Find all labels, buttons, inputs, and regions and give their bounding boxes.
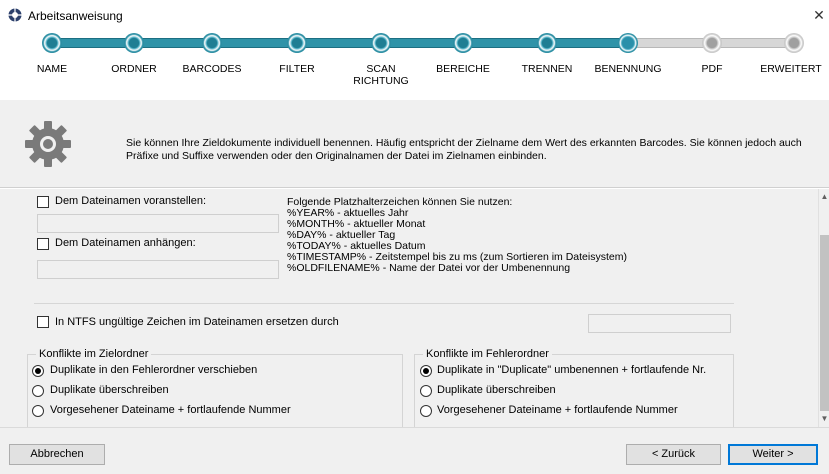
next-button[interactable]: Weiter >	[728, 444, 818, 465]
close-button[interactable]: ✕	[809, 0, 829, 30]
target-move-label[interactable]: Duplikate in den Fehlerordner verschiebe…	[50, 364, 257, 376]
target-conflicts-group: Konflikte im Zielordner Duplikate in den…	[27, 348, 403, 427]
prefix-checkbox[interactable]	[37, 196, 49, 208]
step-dot-name[interactable]	[42, 33, 62, 53]
step-label-scan-richtung[interactable]: SCAN RICHTUNG	[341, 63, 421, 87]
step-dot-bereiche[interactable]	[453, 33, 473, 53]
title-bar: Arbeitsanweisung ✕	[0, 0, 829, 30]
prefix-input[interactable]	[37, 214, 279, 233]
divider	[34, 303, 734, 304]
prefix-label: Dem Dateinamen voranstellen:	[55, 195, 207, 207]
gear-icon	[25, 121, 71, 167]
error-overwrite-radio[interactable]	[420, 385, 432, 397]
vertical-scrollbar[interactable]: ▲ ▼	[818, 189, 829, 427]
target-overwrite-radio[interactable]	[32, 385, 44, 397]
error-rename-label[interactable]: Duplikate in "Duplicate" umbenennen + fo…	[437, 364, 706, 376]
step-label-bereiche[interactable]: BEREICHE	[423, 63, 503, 75]
step-dot-benennung[interactable]	[618, 33, 638, 53]
target-number-radio[interactable]	[32, 405, 44, 417]
step-label-ordner[interactable]: ORDNER	[94, 63, 174, 75]
error-number-label[interactable]: Vorgesehener Dateiname + fortlaufende Nu…	[437, 404, 678, 416]
error-rename-radio[interactable]	[420, 365, 432, 377]
error-overwrite-label[interactable]: Duplikate überschreiben	[437, 384, 556, 396]
step-label-pdf[interactable]: PDF	[672, 63, 752, 75]
options-panel: Dem Dateinamen voranstellen: Dem Dateina…	[0, 189, 818, 427]
cancel-button[interactable]: Abbrechen	[9, 444, 105, 465]
back-button[interactable]: < Zurück	[626, 444, 721, 465]
target-number-label[interactable]: Vorgesehener Dateiname + fortlaufende Nu…	[50, 404, 291, 416]
target-overwrite-label[interactable]: Duplikate überschreiben	[50, 384, 169, 396]
step-label-erweitert[interactable]: ERWEITERT	[751, 63, 829, 75]
step-dot-barcodes[interactable]	[202, 33, 222, 53]
scroll-thumb[interactable]	[820, 235, 829, 411]
suffix-input[interactable]	[37, 260, 279, 279]
step-dot-trennen[interactable]	[537, 33, 557, 53]
ntfs-replacement-input[interactable]	[588, 314, 731, 333]
step-dot-ordner[interactable]	[124, 33, 144, 53]
placeholder-item: %OLDFILENAME% - Name der Datei vor der U…	[287, 262, 571, 274]
error-conflicts-title: Konflikte im Fehlerordner	[423, 348, 552, 360]
footer-bar: Abbrechen < Zurück Weiter >	[0, 427, 829, 474]
step-label-barcodes[interactable]: BARCODES	[172, 63, 252, 75]
wizard-progress: NAME ORDNER BARCODES FILTER SCAN RICHTUN…	[0, 30, 829, 100]
app-icon	[8, 8, 22, 22]
info-panel: Sie können Ihre Zieldokumente individuel…	[0, 100, 829, 188]
placeholder-help: Folgende Platzhalterzeichen können Sie n…	[287, 197, 627, 274]
suffix-label: Dem Dateinamen anhängen:	[55, 237, 196, 249]
step-label-filter[interactable]: FILTER	[257, 63, 337, 75]
suffix-checkbox[interactable]	[37, 238, 49, 250]
target-move-radio[interactable]	[32, 365, 44, 377]
step-label-name[interactable]: NAME	[12, 63, 92, 75]
scroll-up-icon[interactable]: ▲	[819, 191, 829, 203]
step-dot-filter[interactable]	[287, 33, 307, 53]
error-conflicts-group: Konflikte im Fehlerordner Duplikate in "…	[414, 348, 734, 427]
step-label-trennen[interactable]: TRENNEN	[507, 63, 587, 75]
step-dot-scan-richtung[interactable]	[371, 33, 391, 53]
target-conflicts-title: Konflikte im Zielordner	[36, 348, 152, 360]
step-dot-erweitert[interactable]	[784, 33, 804, 53]
ntfs-checkbox[interactable]	[37, 316, 49, 328]
window-title: Arbeitsanweisung	[28, 9, 123, 23]
ntfs-label: In NTFS ungültige Zeichen im Dateinamen …	[55, 316, 339, 328]
step-label-benennung[interactable]: BENENNUNG	[588, 63, 668, 75]
info-description: Sie können Ihre Zieldokumente individuel…	[126, 137, 802, 162]
error-number-radio[interactable]	[420, 405, 432, 417]
scroll-down-icon[interactable]: ▼	[819, 413, 829, 425]
step-dot-pdf[interactable]	[702, 33, 722, 53]
